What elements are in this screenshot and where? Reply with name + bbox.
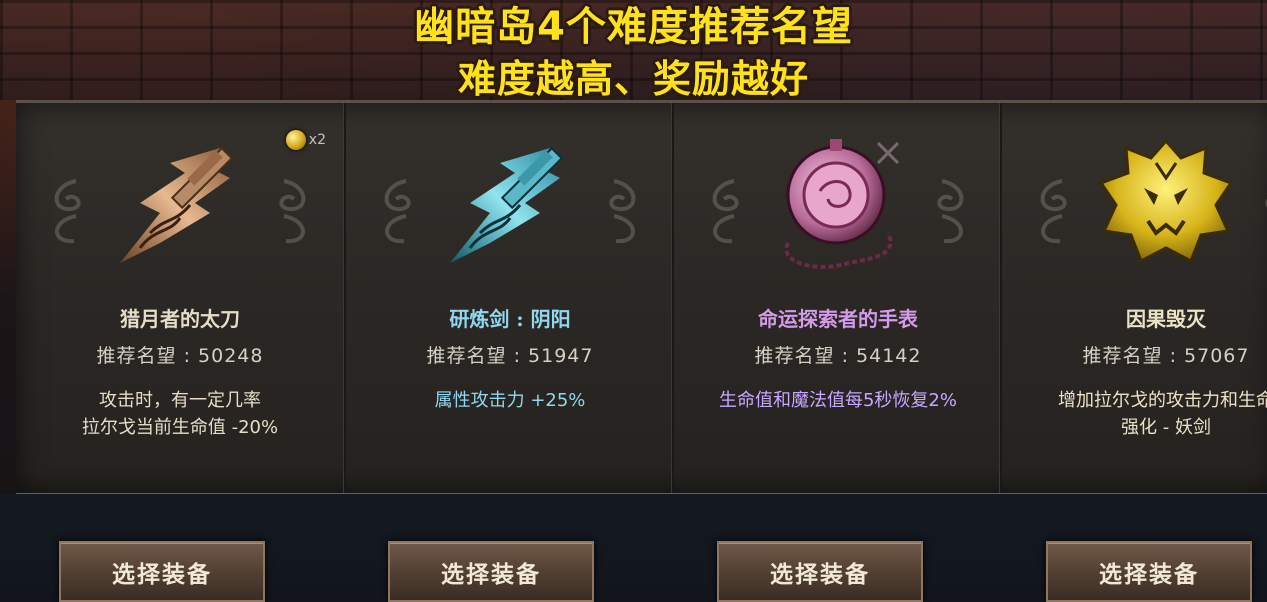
select-equipment-button-1[interactable]: 选择装备 <box>59 541 265 602</box>
recommended-fame: 推荐名望 : 50248 <box>96 345 264 367</box>
golden-emblem-icon <box>1098 138 1234 264</box>
recommended-fame: 推荐名望 : 54142 <box>754 345 922 367</box>
banner-title: 幽暗岛4个难度推荐名望 <box>414 4 853 50</box>
swirl-ornament-icon <box>1265 198 1267 208</box>
item-name: 研炼剑 : 阴阳 <box>449 307 571 331</box>
item-effect: 属性攻击力 +25% <box>434 390 586 411</box>
swirl-ornament-icon <box>712 179 739 244</box>
swirl-ornament-icon <box>937 179 964 244</box>
equipment-card-2[interactable]: 研炼剑 : 阴阳 推荐名望 : 51947 属性攻击力 +25% <box>344 103 674 493</box>
swirl-ornament-icon <box>54 179 81 244</box>
select-equipment-button-4[interactable]: 选择装备 <box>1046 541 1252 602</box>
item-name: 命运探索者的手表 <box>758 307 918 331</box>
item-effect: 增加拉尔戈的攻击力和生命 强化 - 妖剑 <box>1058 390 1267 438</box>
swirl-ornament-icon <box>384 179 411 244</box>
recommended-fame: 推荐名望 : 57067 <box>1082 345 1250 367</box>
equipment-card-1[interactable]: x2 猎月者的太刀 推荐名望 : 50248 攻击时，有一定几率 拉尔戈当前生命… <box>16 103 344 493</box>
select-equipment-button-2[interactable]: 选择装备 <box>388 541 594 602</box>
equipment-card-3[interactable]: 命运探索者的手表 推荐名望 : 54142 生命值和魔法值每5秒恢复2% <box>672 103 1002 493</box>
equipment-card-4[interactable]: 因果毁灭 推荐名望 : 57067 增加拉尔戈的攻击力和生命 强化 - 妖剑 <box>1000 103 1267 493</box>
pocket-watch-icon <box>784 139 900 269</box>
item-name: 因果毁灭 <box>1126 307 1206 331</box>
swirl-ornament-icon <box>609 179 636 244</box>
swirl-ornament-icon <box>279 179 306 244</box>
item-name: 猎月者的太刀 <box>120 307 240 331</box>
equipment-panel: x2 猎月者的太刀 推荐名望 : 50248 攻击时，有一定几率 拉尔戈当前生命… <box>16 100 1267 497</box>
item-effect: 生命值和魔法值每5秒恢复2% <box>718 390 957 411</box>
select-equipment-button-3[interactable]: 选择装备 <box>717 541 923 602</box>
recommended-fame: 推荐名望 : 51947 <box>426 345 594 367</box>
reward-multiplier-badge: x2 <box>285 130 326 150</box>
bronze-sword-icon <box>120 146 234 263</box>
banner-subtitle: 难度越高、奖励越好 <box>457 57 809 101</box>
gold-coin-icon <box>285 130 306 150</box>
swirl-ornament-icon <box>1040 179 1067 244</box>
item-effect: 攻击时，有一定几率 拉尔戈当前生命值 -20% <box>81 390 279 438</box>
cyan-sword-icon <box>450 146 564 263</box>
reward-multiplier-count: x2 <box>308 132 326 148</box>
